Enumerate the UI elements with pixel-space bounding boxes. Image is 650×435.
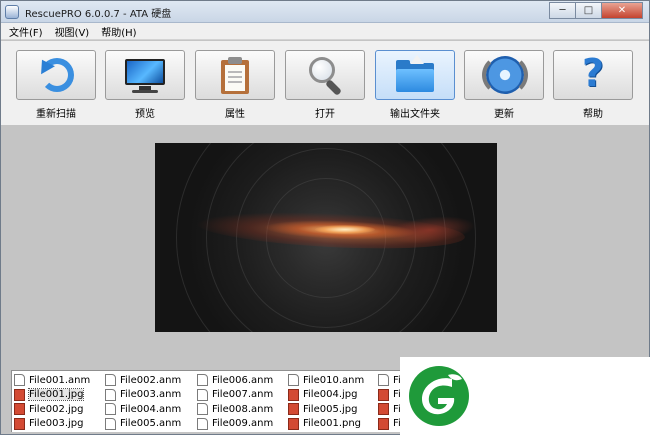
file-column: File010.anm File004.jpg File005.jpg File…	[288, 373, 380, 431]
list-item[interactable]: File003.anm	[105, 388, 197, 403]
properties-button-face[interactable]	[195, 50, 275, 100]
jpg-file-icon	[288, 403, 299, 416]
help-icon: ?	[581, 51, 605, 95]
folder-icon	[393, 55, 437, 95]
monitor-icon	[123, 55, 167, 95]
list-item[interactable]: File001.anm	[14, 373, 106, 388]
file-column: File001.anm File001.jpg File002.jpg File…	[14, 373, 106, 431]
file-icon	[197, 388, 208, 401]
menu-bar: 文件(F) 视图(V) 帮助(H)	[1, 23, 649, 40]
file-icon	[105, 388, 116, 401]
jpg-file-icon	[288, 417, 299, 430]
list-item[interactable]: File005.jpg	[288, 402, 380, 417]
minimize-button[interactable]: ─	[549, 2, 575, 19]
help-label: 帮助	[583, 109, 603, 120]
rescan-button-face[interactable]	[16, 50, 96, 100]
list-item[interactable]: File009.anm	[197, 417, 289, 432]
list-item[interactable]: File008.anm	[197, 402, 289, 417]
file-icon	[197, 374, 208, 387]
properties-button[interactable]: 属性	[195, 50, 275, 122]
rescan-icon	[34, 55, 78, 95]
menu-help[interactable]: 帮助(H)	[101, 24, 136, 39]
jpg-file-icon	[14, 403, 25, 416]
jpg-file-icon	[14, 388, 25, 401]
menu-file[interactable]: 文件(F)	[9, 24, 43, 39]
file-icon	[105, 374, 116, 387]
list-item[interactable]: File006.anm	[197, 373, 289, 388]
file-icon	[105, 403, 116, 416]
file-icon	[197, 417, 208, 430]
file-column: File006.anm File007.anm File008.anm File…	[197, 373, 289, 431]
file-column: File002.anm File003.anm File004.anm File…	[105, 373, 197, 431]
list-item[interactable]: File001.jpg	[14, 388, 106, 403]
list-item[interactable]: File007.anm	[197, 388, 289, 403]
jpg-file-icon	[378, 417, 389, 430]
close-button[interactable]: ✕	[601, 2, 643, 19]
clipboard-icon	[213, 55, 257, 95]
update-icon	[482, 54, 528, 96]
title-bar[interactable]: RescuePRO 6.0.0.7 - ATA 硬盘 ─ □ ✕	[1, 1, 649, 23]
open-label: 打开	[315, 109, 335, 120]
update-button-face[interactable]	[464, 50, 544, 100]
help-button[interactable]: ? 帮助	[553, 50, 633, 122]
preview-label: 预览	[135, 109, 155, 120]
output-folder-button[interactable]: 输出文件夹	[375, 50, 455, 122]
properties-label: 属性	[225, 109, 245, 120]
list-item[interactable]: File004.anm	[105, 402, 197, 417]
preview-button-face[interactable]	[105, 50, 185, 100]
image-preview	[155, 143, 497, 332]
rescan-label: 重新扫描	[36, 109, 76, 120]
file-list[interactable]: File001.anm File001.jpg File002.jpg File…	[11, 370, 403, 432]
menu-view[interactable]: 视图(V)	[55, 24, 90, 39]
preview-button[interactable]: 预览	[105, 50, 185, 122]
list-item[interactable]: File001.png	[288, 417, 380, 432]
jpg-file-icon	[14, 417, 25, 430]
file-icon	[14, 374, 25, 387]
toolbar: 重新扫描 预览 属性 打开 输出文件夹 更新 ? 帮助	[1, 41, 649, 125]
window-title: RescuePRO 6.0.0.7 - ATA 硬盘	[25, 9, 172, 20]
watermark-logo-area	[400, 357, 650, 435]
maximize-button[interactable]: □	[575, 2, 601, 19]
file-icon	[197, 403, 208, 416]
output-folder-label: 输出文件夹	[390, 109, 440, 120]
rescan-button[interactable]: 重新扫描	[16, 50, 96, 122]
list-item[interactable]: File004.jpg	[288, 388, 380, 403]
jpg-file-icon	[378, 388, 389, 401]
window-controls: ─ □ ✕	[549, 2, 643, 19]
list-item[interactable]: File010.anm	[288, 373, 380, 388]
list-item[interactable]: File005.anm	[105, 417, 197, 432]
list-item[interactable]: File002.anm	[105, 373, 197, 388]
help-button-face[interactable]: ?	[553, 50, 633, 100]
update-button[interactable]: 更新	[464, 50, 544, 122]
list-item[interactable]: File003.jpg	[14, 417, 106, 432]
file-icon	[378, 374, 389, 387]
file-icon	[105, 417, 116, 430]
file-icon	[288, 374, 299, 387]
open-button-face[interactable]	[285, 50, 365, 100]
jpg-file-icon	[288, 388, 299, 401]
jpg-file-icon	[378, 403, 389, 416]
update-label: 更新	[494, 109, 514, 120]
leaf-logo-icon	[409, 366, 469, 426]
open-button[interactable]: 打开	[285, 50, 365, 122]
magnifier-icon	[303, 55, 347, 96]
output-folder-button-face[interactable]	[375, 50, 455, 100]
app-icon	[5, 5, 19, 19]
list-item[interactable]: File002.jpg	[14, 402, 106, 417]
